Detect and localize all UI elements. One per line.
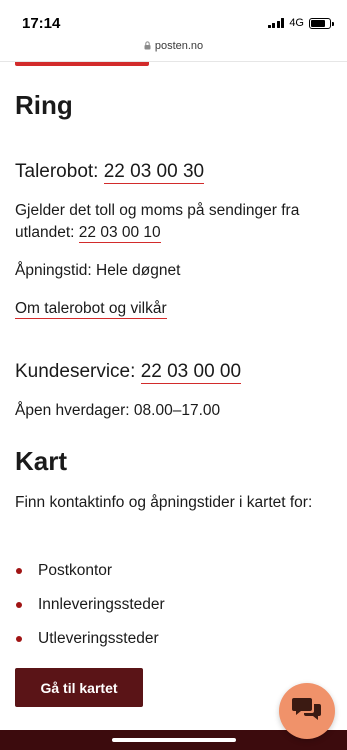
terms-line: Om talerobot og vilkår (15, 298, 167, 320)
bullet-icon (16, 636, 22, 642)
customer-service-label: Kundeservice: (15, 361, 141, 382)
customer-service-hours: Åpen hverdager: 08.00–17.00 (15, 402, 221, 419)
bullet-icon (16, 602, 22, 608)
talerobot-label: Talerobot: (15, 161, 104, 182)
battery-icon (309, 17, 334, 29)
opening-hours: Åpningstid: Hele døgnet (15, 262, 181, 279)
list-item-label: Innleveringssteder (38, 596, 165, 613)
address-bar[interactable]: posten.no (0, 40, 347, 52)
customer-service-line: Kundeservice: 22 03 00 00 (15, 360, 242, 384)
list-item: Utleveringssteder (15, 622, 165, 656)
list-item: Postkontor (15, 554, 165, 588)
status-time: 17:14 (22, 15, 61, 32)
list-item-label: Utleveringssteder (38, 630, 159, 647)
status-indicators: 4G (267, 17, 334, 29)
url-text: posten.no (154, 40, 204, 52)
talerobot-line: Talerobot: 22 03 00 30 (15, 160, 205, 184)
kart-list: Postkontor Innleveringssteder Utlevering… (15, 554, 165, 656)
bullet-icon (16, 568, 22, 574)
home-indicator (112, 738, 236, 742)
chat-icon (291, 695, 323, 728)
network-type: 4G (289, 17, 304, 29)
ring-heading: Ring (15, 90, 73, 120)
toll-line: Gjelder det toll og moms på sendinger fr… (15, 200, 335, 244)
status-bar: 17:14 4G (0, 0, 347, 38)
talerobot-phone-link[interactable]: 22 03 00 30 (103, 161, 205, 184)
toll-phone-link[interactable]: 22 03 00 10 (78, 224, 161, 243)
list-item: Innleveringssteder (15, 588, 165, 622)
active-tab-indicator (15, 62, 149, 66)
list-item-label: Postkontor (38, 562, 113, 579)
go-to-map-button[interactable]: Gå til kartet (15, 668, 143, 707)
signal-icon (267, 18, 285, 28)
kart-heading: Kart (15, 446, 68, 476)
customer-service-phone-link[interactable]: 22 03 00 00 (140, 361, 242, 384)
kart-intro: Finn kontaktinfo og åpningstider i karte… (15, 494, 313, 511)
terms-link[interactable]: Om talerobot og vilkår (15, 300, 167, 319)
chat-button[interactable] (279, 683, 335, 739)
lock-icon (144, 40, 151, 52)
